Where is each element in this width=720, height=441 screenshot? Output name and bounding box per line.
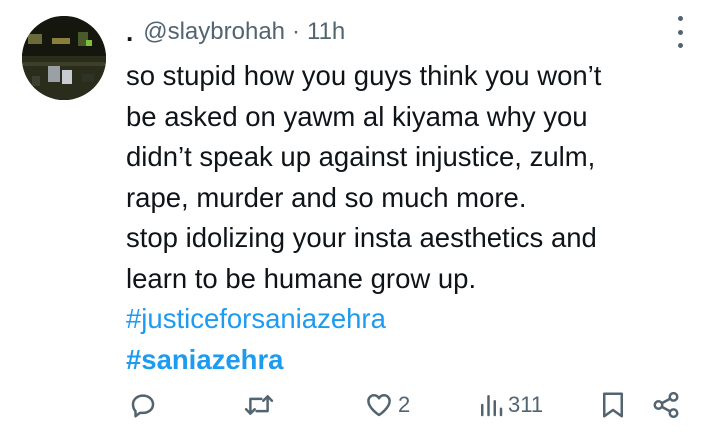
handle[interactable]: @slaybrohah [143,18,285,46]
share-button[interactable] [651,385,681,425]
hashtag-link[interactable]: #saniazehra [126,340,696,381]
like-count: 2 [398,392,411,417]
repost-button[interactable] [243,385,275,425]
dot-icon [677,29,683,35]
post-line: stop idolizing your insta aesthetics and [126,222,597,253]
post-text: so stupid how you guys think you won’t b… [126,56,696,380]
dot-icon [677,16,683,21]
dot-icon [677,43,683,48]
reply-icon [131,394,155,418]
bookmark-button[interactable] [600,385,626,425]
reply-button[interactable] [128,385,158,425]
views-count: 311 [508,392,544,417]
post-line: rape, murder and so much more. [126,181,527,213]
share-icon [653,391,679,419]
views-button[interactable]: 311 [478,385,543,425]
more-options-icon[interactable] [670,16,690,48]
post-line: be asked on yawm al kiyama why you [126,100,588,132]
avatar[interactable] [22,16,106,100]
views-icon [481,395,503,417]
post-line: so stupid how you guys think you won’t [126,60,602,91]
separator: · [292,18,301,45]
post-line: learn to be humane grow up. [126,262,477,294]
bookmark-icon [603,392,623,418]
post-header: . @slaybrohah · 11h [126,14,345,50]
post-line: didn’t speak up against injustice, zulm, [126,141,596,172]
avatar-image [22,16,106,100]
timestamp[interactable]: 11h [307,18,345,46]
repost-icon [244,395,274,415]
heart-icon [367,394,391,417]
hashtag-link[interactable]: #justiceforsaniazehra [126,299,696,340]
action-bar: 2 311 [0,385,720,425]
like-button[interactable]: 2 [364,385,410,425]
display-name[interactable]: . [126,17,133,48]
